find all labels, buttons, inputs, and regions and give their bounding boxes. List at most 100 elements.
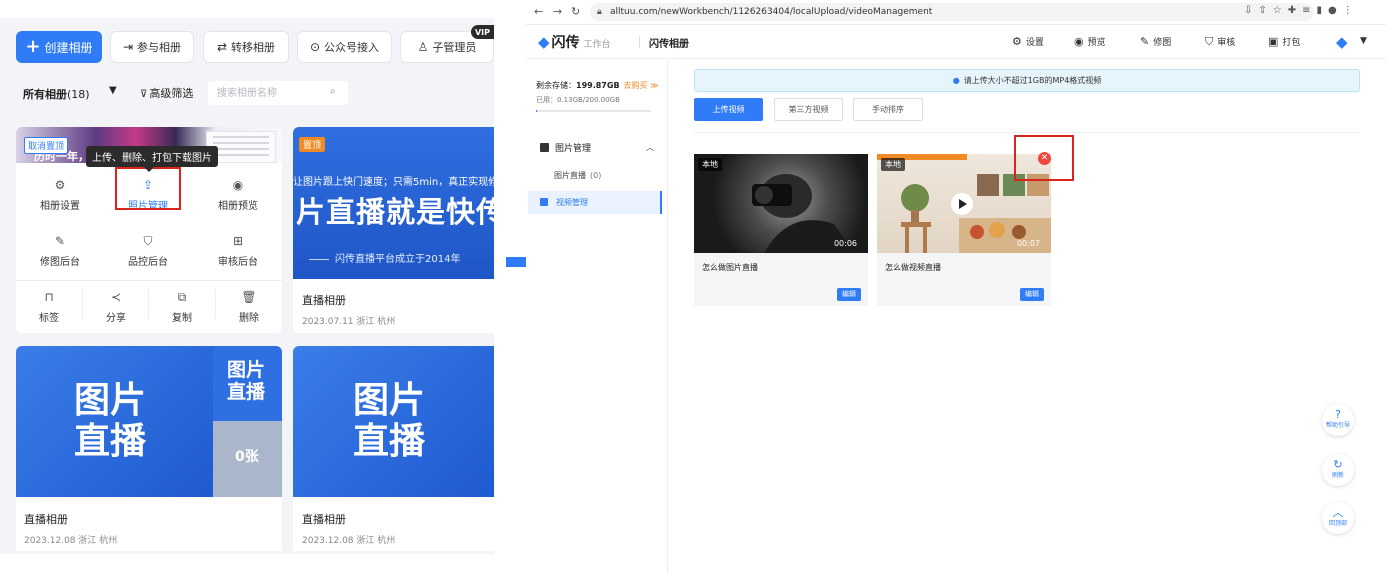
edit-video-button[interactable]: 编辑	[837, 288, 861, 301]
question-icon: ?	[1335, 408, 1341, 421]
album-meta: 2023.12.08 浙江 杭州	[24, 536, 118, 546]
album-meta: 2023.07.11 浙江 杭州	[302, 317, 396, 327]
album-search-input[interactable]	[208, 81, 348, 105]
upload-video-button[interactable]: 上传视频	[694, 98, 763, 121]
album-cover[interactable]: 图片 直播	[293, 346, 494, 497]
photo-manage-tooltip: 上传、删除、打包下载图片	[86, 146, 218, 172]
edit-video-button[interactable]: 编辑	[1020, 288, 1044, 301]
back-icon[interactable]: ←	[534, 5, 543, 18]
sidebar-item-photo-manage[interactable]: 图片管理	[540, 141, 591, 154]
caret-down-icon[interactable]: ▼	[109, 85, 117, 96]
sidebar-item-photo-live[interactable]: 图片直播 (0)	[554, 170, 601, 181]
shield-icon: ⛉	[143, 234, 153, 248]
browser-window: ← → ↻ 🔒︎ alltuu.com/newWorkbench/1126263…	[526, 0, 1386, 574]
plus-icon: +	[25, 36, 41, 57]
shield-check-icon: ⊙	[309, 40, 321, 54]
preview-button[interactable]: ◉ 预览	[1074, 35, 1106, 48]
pinned-badge: 置顶	[299, 137, 326, 152]
shield-icon: ⛉	[1205, 35, 1214, 48]
cancel-pin-button[interactable]: 取消置顶	[24, 137, 69, 154]
video-duration: 00:06	[833, 239, 857, 248]
info-icon: ●	[952, 76, 960, 85]
album-card[interactable]: 图片 直播 直播相册 2023.12.08 浙江 杭州	[293, 346, 494, 551]
tag-action[interactable]: ⊓ 标签	[14, 291, 84, 324]
highlight-box	[115, 167, 181, 210]
back-to-top-button[interactable]: ︿ 回顶部	[1322, 502, 1354, 534]
divider	[694, 132, 1360, 133]
divider	[16, 280, 282, 281]
album-settings-action[interactable]: ⚙ 相册设置	[25, 179, 95, 212]
refresh-button[interactable]: ↻ 刷新	[1322, 454, 1354, 486]
sidebar: 剩余存储：199.87GB 去购买 ≫ 已用：0.13GB/200.00GB 图片…	[526, 60, 668, 574]
forward-icon[interactable]: →	[553, 5, 562, 18]
play-icon[interactable]	[951, 193, 973, 215]
video-icon	[540, 198, 548, 206]
create-album-button[interactable]: + 创建相册	[16, 31, 102, 63]
album-title: 直播相册	[24, 513, 68, 526]
trash-icon: 🗑	[241, 290, 257, 304]
all-albums-dropdown[interactable]: 所有相册(18)	[23, 86, 90, 102]
help-guide-button[interactable]: ? 帮助引导	[1322, 404, 1354, 436]
avatar[interactable]: ◆	[1336, 33, 1348, 51]
bookmark-icon: ⊓	[44, 290, 54, 304]
photo-count-tile: 0张	[213, 421, 282, 497]
advanced-filter-button[interactable]: ⊽ 高级筛选	[140, 85, 193, 101]
chevron-up-icon[interactable]: ︿	[646, 142, 654, 153]
filter-icon: ⊽	[140, 89, 148, 100]
album-card[interactable]: 图片 直播 图片 直播 0张 直播相册 2023.12.08 浙江 杭州	[16, 346, 282, 551]
settings-button[interactable]: ⚙ 设置	[1012, 35, 1044, 48]
video-card[interactable]: 本地 00:06 怎么做图片直播 编辑	[694, 154, 868, 306]
cover-subtitle: 让图片跟上快门速度；只需5min，真正实现修后大	[293, 177, 494, 188]
source-tag: 本地	[698, 158, 722, 171]
delete-action[interactable]: 🗑 删除	[214, 291, 284, 324]
share-action[interactable]: ≺ 分享	[81, 291, 151, 324]
cover-headline: 图片 直播	[353, 380, 426, 463]
sidebar-item-video-manage[interactable]: 视频管理	[528, 191, 662, 214]
transfer-icon: ⇄	[216, 40, 228, 54]
browser-toolbar: ← → ↻ 🔒︎ alltuu.com/newWorkbench/1126263…	[526, 0, 1386, 25]
third-party-video-button[interactable]: 第三方视频	[774, 98, 843, 121]
album-meta: 2023.12.08 浙江 杭州	[302, 536, 396, 546]
review-button[interactable]: ⛉ 审核	[1205, 35, 1235, 49]
reload-icon[interactable]: ↻	[571, 5, 580, 18]
album-preview-action[interactable]: ◉ 相册预览	[203, 179, 273, 212]
storage-used: 已用：0.13GB/200.00GB	[536, 96, 620, 104]
manual-sort-button[interactable]: 手动排序	[853, 98, 923, 121]
browser-extension-icons[interactable]: ⇩⇪☆✚≡▮●⋮	[1244, 5, 1359, 16]
highlight-box	[1014, 135, 1074, 181]
cover-headline: 片直播就是快传	[296, 195, 494, 229]
refresh-icon: ↻	[1333, 458, 1343, 471]
buy-storage-link[interactable]: 去购买 ≫	[624, 81, 659, 90]
chevron-up-icon: ︿	[1332, 506, 1344, 519]
retouch-backend-action[interactable]: ✎ 修图后台	[25, 235, 95, 268]
screenshot-root: + 创建相册 ⇥ 参与相册 ⇄ 转移相册 ⊙ 公众号接入 ♙ 子管理员 VIP …	[0, 0, 1386, 574]
retouch-button[interactable]: ✎ 修图	[1140, 35, 1171, 48]
app-logo[interactable]: ◆ 闪传 工作台	[538, 32, 611, 52]
video-title: 怎么做视频直播	[885, 263, 941, 272]
copy-action[interactable]: ⧉ 复制	[147, 291, 217, 324]
caret-down-icon[interactable]: ▼	[1360, 36, 1367, 46]
diamond-logo-icon: ◆	[538, 33, 550, 51]
quality-backend-action[interactable]: ⛉ 品控后台	[113, 235, 183, 268]
album-list-panel: + 创建相册 ⇥ 参与相册 ⇄ 转移相册 ⊙ 公众号接入 ♙ 子管理员 VIP …	[0, 0, 494, 554]
album-cover[interactable]: 图片 直播	[16, 346, 213, 497]
address-bar[interactable]: 🔒︎ alltuu.com/newWorkbench/1126263404/lo…	[590, 3, 1314, 21]
magic-wand-icon: ✎	[54, 234, 66, 248]
album-card[interactable]: 置顶 让图片跟上快门速度；只需5min，真正实现修后大 片直播就是快传 闪传直播…	[293, 127, 494, 333]
review-backend-action[interactable]: ⊞ 审核后台	[203, 235, 273, 268]
official-account-button[interactable]: ⊙ 公众号接入	[297, 31, 392, 63]
pack-button[interactable]: ▣ 打包	[1268, 35, 1300, 48]
eye-icon: ◉	[1074, 35, 1084, 48]
storage-remaining: 剩余存储：199.87GB 去购买 ≫	[536, 81, 659, 90]
album-cover[interactable]: 置顶 让图片跟上快门速度；只需5min，真正实现修后大 片直播就是快传 闪传直播…	[293, 127, 494, 279]
filter-row: 所有相册(18) ▼ ⊽高级筛选 ⌕	[0, 81, 494, 105]
video-thumbnail[interactable]: 本地 00:06	[694, 154, 868, 253]
app-header: ◆ 闪传 工作台 闪传相册 ⚙ 设置 ◉ 预览 ✎ 修图 ⛉ 审核 ▣ 打包 ◆ ▼	[526, 25, 1386, 59]
gear-icon: ⚙	[54, 178, 66, 192]
image-icon	[540, 143, 549, 152]
upload-notice: ● 请上传大小不超过1GB的MP4格式视频	[694, 69, 1360, 92]
top-strip	[0, 0, 494, 18]
join-album-button[interactable]: ⇥ 参与相册	[110, 31, 194, 63]
copy-icon: ⧉	[177, 290, 187, 304]
transfer-album-button[interactable]: ⇄ 转移相册	[203, 31, 289, 63]
